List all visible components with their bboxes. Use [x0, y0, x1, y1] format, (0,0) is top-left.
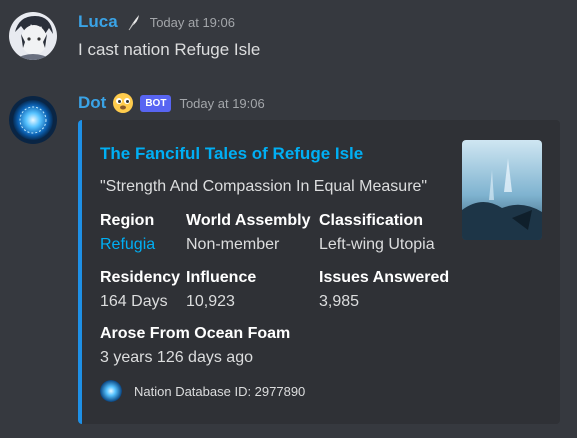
field-name: Influence [186, 269, 257, 286]
field-name: Region [100, 212, 155, 229]
field-value: Non-member [186, 236, 280, 253]
field-value: 10,923 [186, 293, 235, 310]
field-world-assembly: World Assembly Non-member [186, 212, 310, 254]
field-value: 3,985 [319, 293, 360, 310]
flag-thumbnail[interactable] [462, 140, 542, 240]
field-value: Left-wing Utopia [319, 236, 435, 253]
timestamp: Today at 19:06 [179, 95, 265, 111]
field-value: 3 years 126 days ago [100, 349, 253, 366]
footer-text: Nation Database ID: 2977890 [134, 383, 306, 399]
message-header: Luca Today at 19:06 [78, 12, 235, 32]
field-arose: Arose From Ocean Foam 3 years 126 days a… [100, 325, 290, 367]
emoji-icon [112, 92, 134, 114]
field-value: 164 Days [100, 293, 168, 310]
embed-title[interactable]: The Fanciful Tales of Refuge Isle [100, 144, 363, 164]
bot-badge: BOT [140, 94, 172, 112]
field-name: Issues Answered [319, 269, 450, 286]
author-name[interactable]: Luca [78, 12, 118, 32]
bot-avatar[interactable] [9, 96, 57, 144]
message-content: I cast nation Refuge Isle [78, 40, 261, 59]
field-name: World Assembly [186, 212, 311, 229]
region-link[interactable]: Refugia [100, 236, 155, 254]
field-region: Region Refugia [100, 212, 155, 254]
message-luca: Luca Today at 19:06 I cast nation Refuge… [0, 0, 577, 80]
field-name: Arose From Ocean Foam [100, 325, 291, 342]
embed-description: "Strength And Compassion In Equal Measur… [100, 178, 428, 195]
nation-embed: The Fanciful Tales of Refuge Isle "Stren… [78, 120, 560, 424]
field-name: Residency [100, 269, 181, 286]
user-avatar[interactable] [9, 12, 57, 60]
embed-footer: Nation Database ID: 2977890 [100, 380, 305, 402]
field-influence: Influence 10,923 [186, 269, 256, 311]
timestamp: Today at 19:06 [149, 14, 235, 30]
field-residency: Residency 164 Days [100, 269, 180, 311]
feather-icon [126, 13, 142, 31]
orb-icon [100, 380, 122, 402]
message-header: Dot BOT Today at 19:06 [78, 92, 265, 114]
field-name: Classification [319, 212, 424, 229]
author-name[interactable]: Dot [78, 93, 106, 113]
field-classification: Classification Left-wing Utopia [319, 212, 435, 254]
field-issues-answered: Issues Answered 3,985 [319, 269, 449, 311]
